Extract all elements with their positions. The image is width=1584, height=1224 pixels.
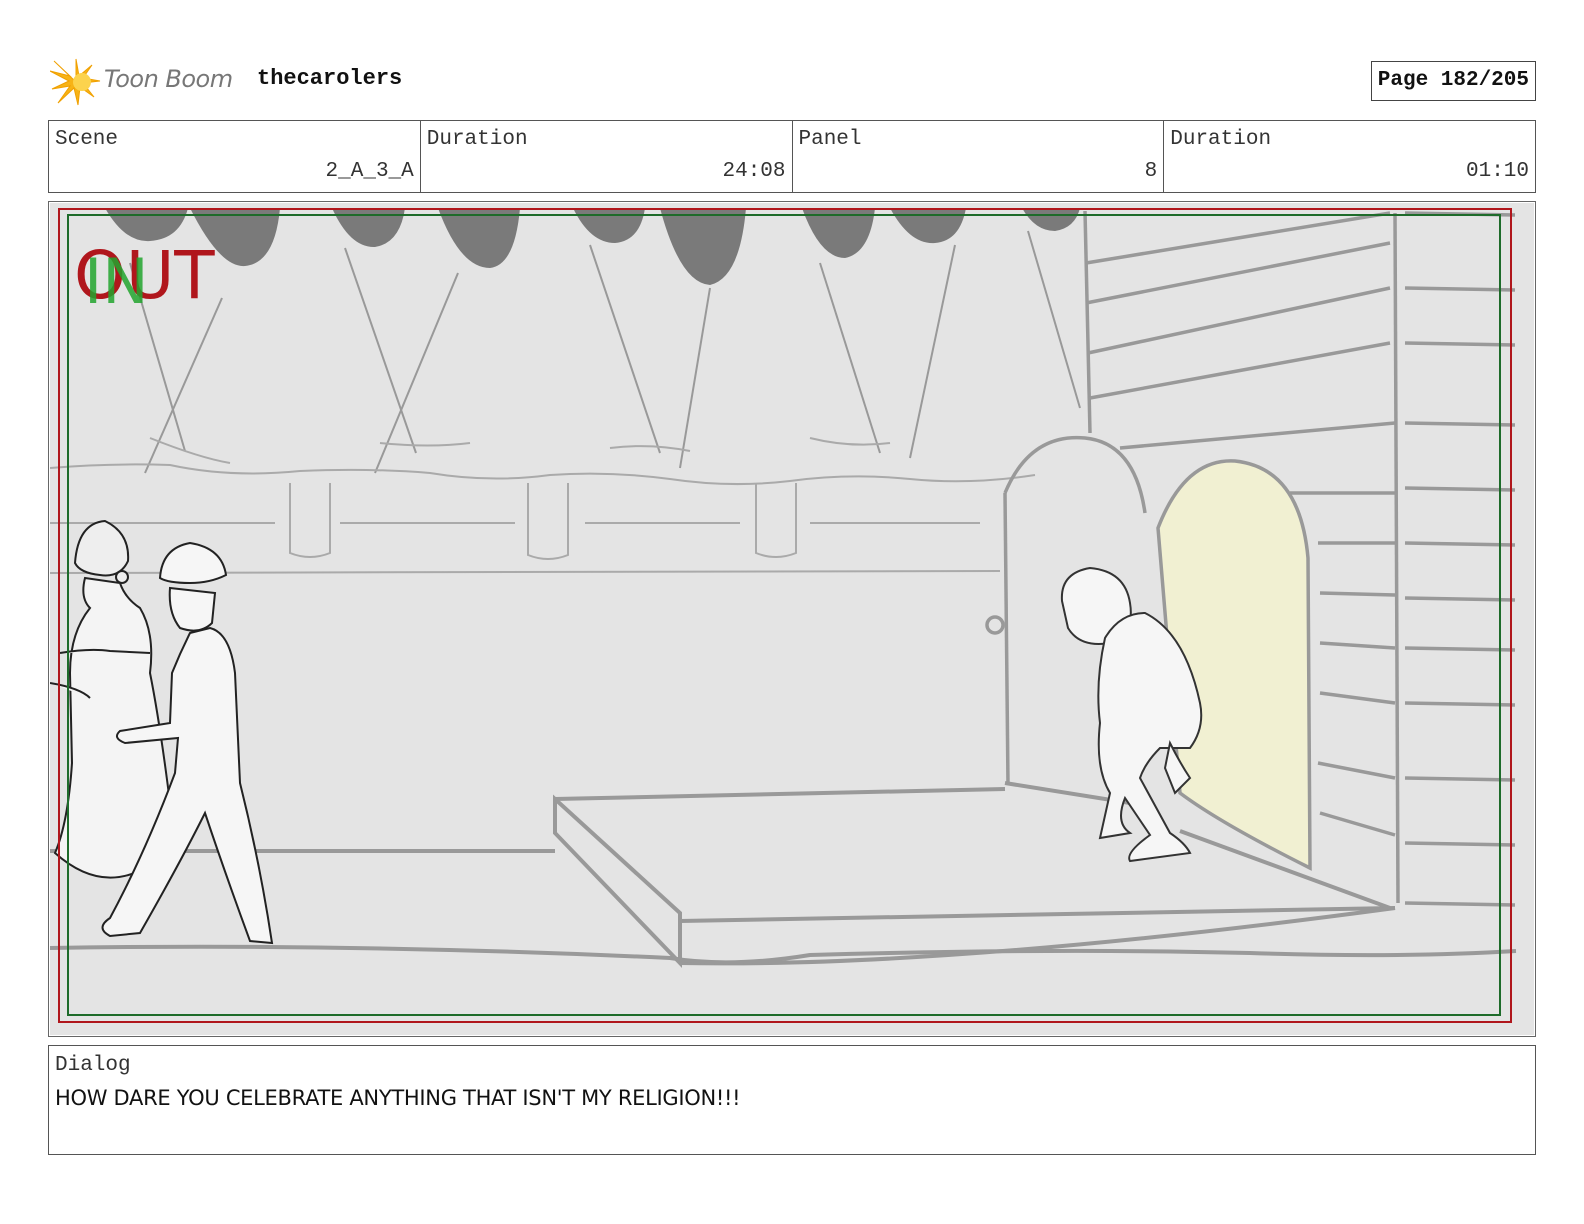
- scene-value: 2_A_3_A: [325, 160, 414, 183]
- page-header: Toon Boom thecarolers Page 182/205: [49, 55, 1536, 107]
- dialog-text: HOW DARE YOU CELEBRATE ANYTHING THAT ISN…: [55, 1086, 741, 1110]
- scene-duration-cell: Duration 24:08: [421, 121, 793, 192]
- panel-value: 8: [1144, 160, 1158, 183]
- panel-duration-value: 01:10: [1465, 160, 1529, 183]
- panel-duration-label: Duration: [1170, 128, 1272, 151]
- panel-duration-cell: Duration 01:10: [1164, 121, 1535, 192]
- dialog-box: Dialog HOW DARE YOU CELEBRATE ANYTHING T…: [48, 1045, 1536, 1155]
- scene-cell: Scene 2_A_3_A: [49, 121, 421, 192]
- toon-boom-logo: Toon Boom: [49, 57, 240, 107]
- panel-drawing: OUT IN: [50, 203, 1534, 1035]
- storyboard-panel: OUT IN: [48, 201, 1536, 1037]
- panel-label: Panel: [798, 128, 862, 151]
- project-name: thecarolers: [257, 66, 403, 91]
- info-table: Scene 2_A_3_A Duration 24:08 Panel 8 Dur…: [48, 120, 1536, 193]
- dialog-label: Dialog: [55, 1054, 131, 1077]
- in-marker: IN: [84, 245, 149, 318]
- brand-name: Toon Boom: [104, 65, 233, 93]
- page-number: Page 182/205: [1370, 61, 1536, 101]
- scene-duration-label: Duration: [426, 128, 528, 151]
- scene-label: Scene: [55, 128, 119, 151]
- scene-duration-value: 24:08: [722, 160, 786, 183]
- starburst-icon: [49, 58, 101, 106]
- panel-cell: Panel 8: [793, 121, 1165, 192]
